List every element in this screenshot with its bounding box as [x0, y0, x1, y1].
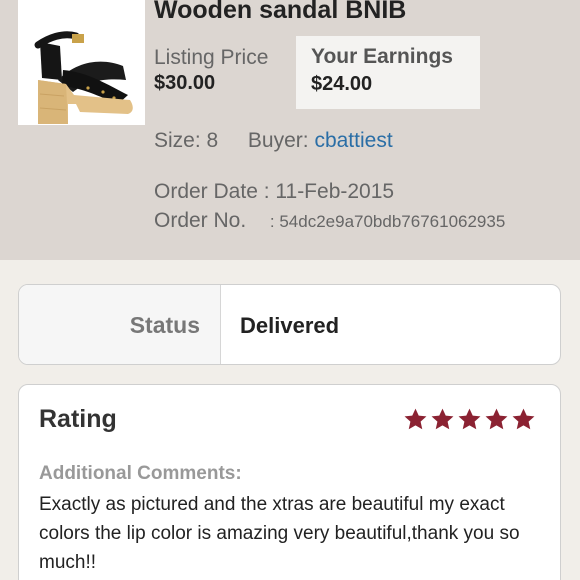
listing-price-label: Listing Price	[154, 46, 269, 69]
earnings-block: Your Earnings $24.00	[296, 36, 480, 109]
buyer-link[interactable]: cbattiest	[314, 129, 392, 152]
status-label-cell: Status	[19, 285, 221, 364]
additional-comments-label: Additional Comments:	[39, 463, 242, 484]
sandal-image-icon	[34, 31, 133, 124]
order-number-value: : 54dc2e9a70bdb76761062935	[269, 212, 506, 231]
rating-title: Rating	[39, 405, 117, 433]
product-thumbnail[interactable]	[18, 0, 145, 125]
star-icon	[404, 408, 427, 430]
star-icon	[458, 408, 481, 430]
order-number-row: Order No. : 54dc2e9a70bdb76761062935	[154, 209, 505, 233]
order-summary-header: Wooden sandal BNIB Listing Price $30.00 …	[0, 0, 580, 260]
star-icon	[431, 408, 454, 430]
earnings-label: Your Earnings	[311, 45, 453, 68]
status-card: Status Delivered	[18, 284, 561, 365]
order-date-label: Order Date	[154, 180, 258, 203]
size-buyer-row: Size: 8 Buyer: cbattiest	[154, 129, 393, 153]
listing-price-value: $30.00	[154, 72, 216, 94]
order-date-row: Order Date : 11-Feb-2015	[154, 180, 394, 204]
size-label: Size:	[154, 129, 201, 152]
order-number-label: Order No.	[154, 209, 247, 232]
earnings-value: $24.00	[311, 73, 373, 95]
additional-comments-text: Exactly as pictured and the xtras are be…	[39, 494, 520, 573]
star-icon	[512, 408, 535, 430]
star-icon	[485, 408, 508, 430]
listing-title: Wooden sandal BNIB	[154, 0, 407, 24]
size-value: 8	[206, 129, 219, 152]
star-rating	[403, 407, 536, 432]
status-label: Status	[129, 312, 200, 338]
status-value: Delivered	[240, 313, 340, 338]
order-date-value: : 11-Feb-2015	[263, 180, 395, 203]
listing-price-block: Listing Price $30.00	[154, 46, 268, 95]
buyer-label: Buyer:	[247, 129, 309, 152]
rating-card: Rating Additional Comments: Exactly as p…	[18, 384, 561, 580]
